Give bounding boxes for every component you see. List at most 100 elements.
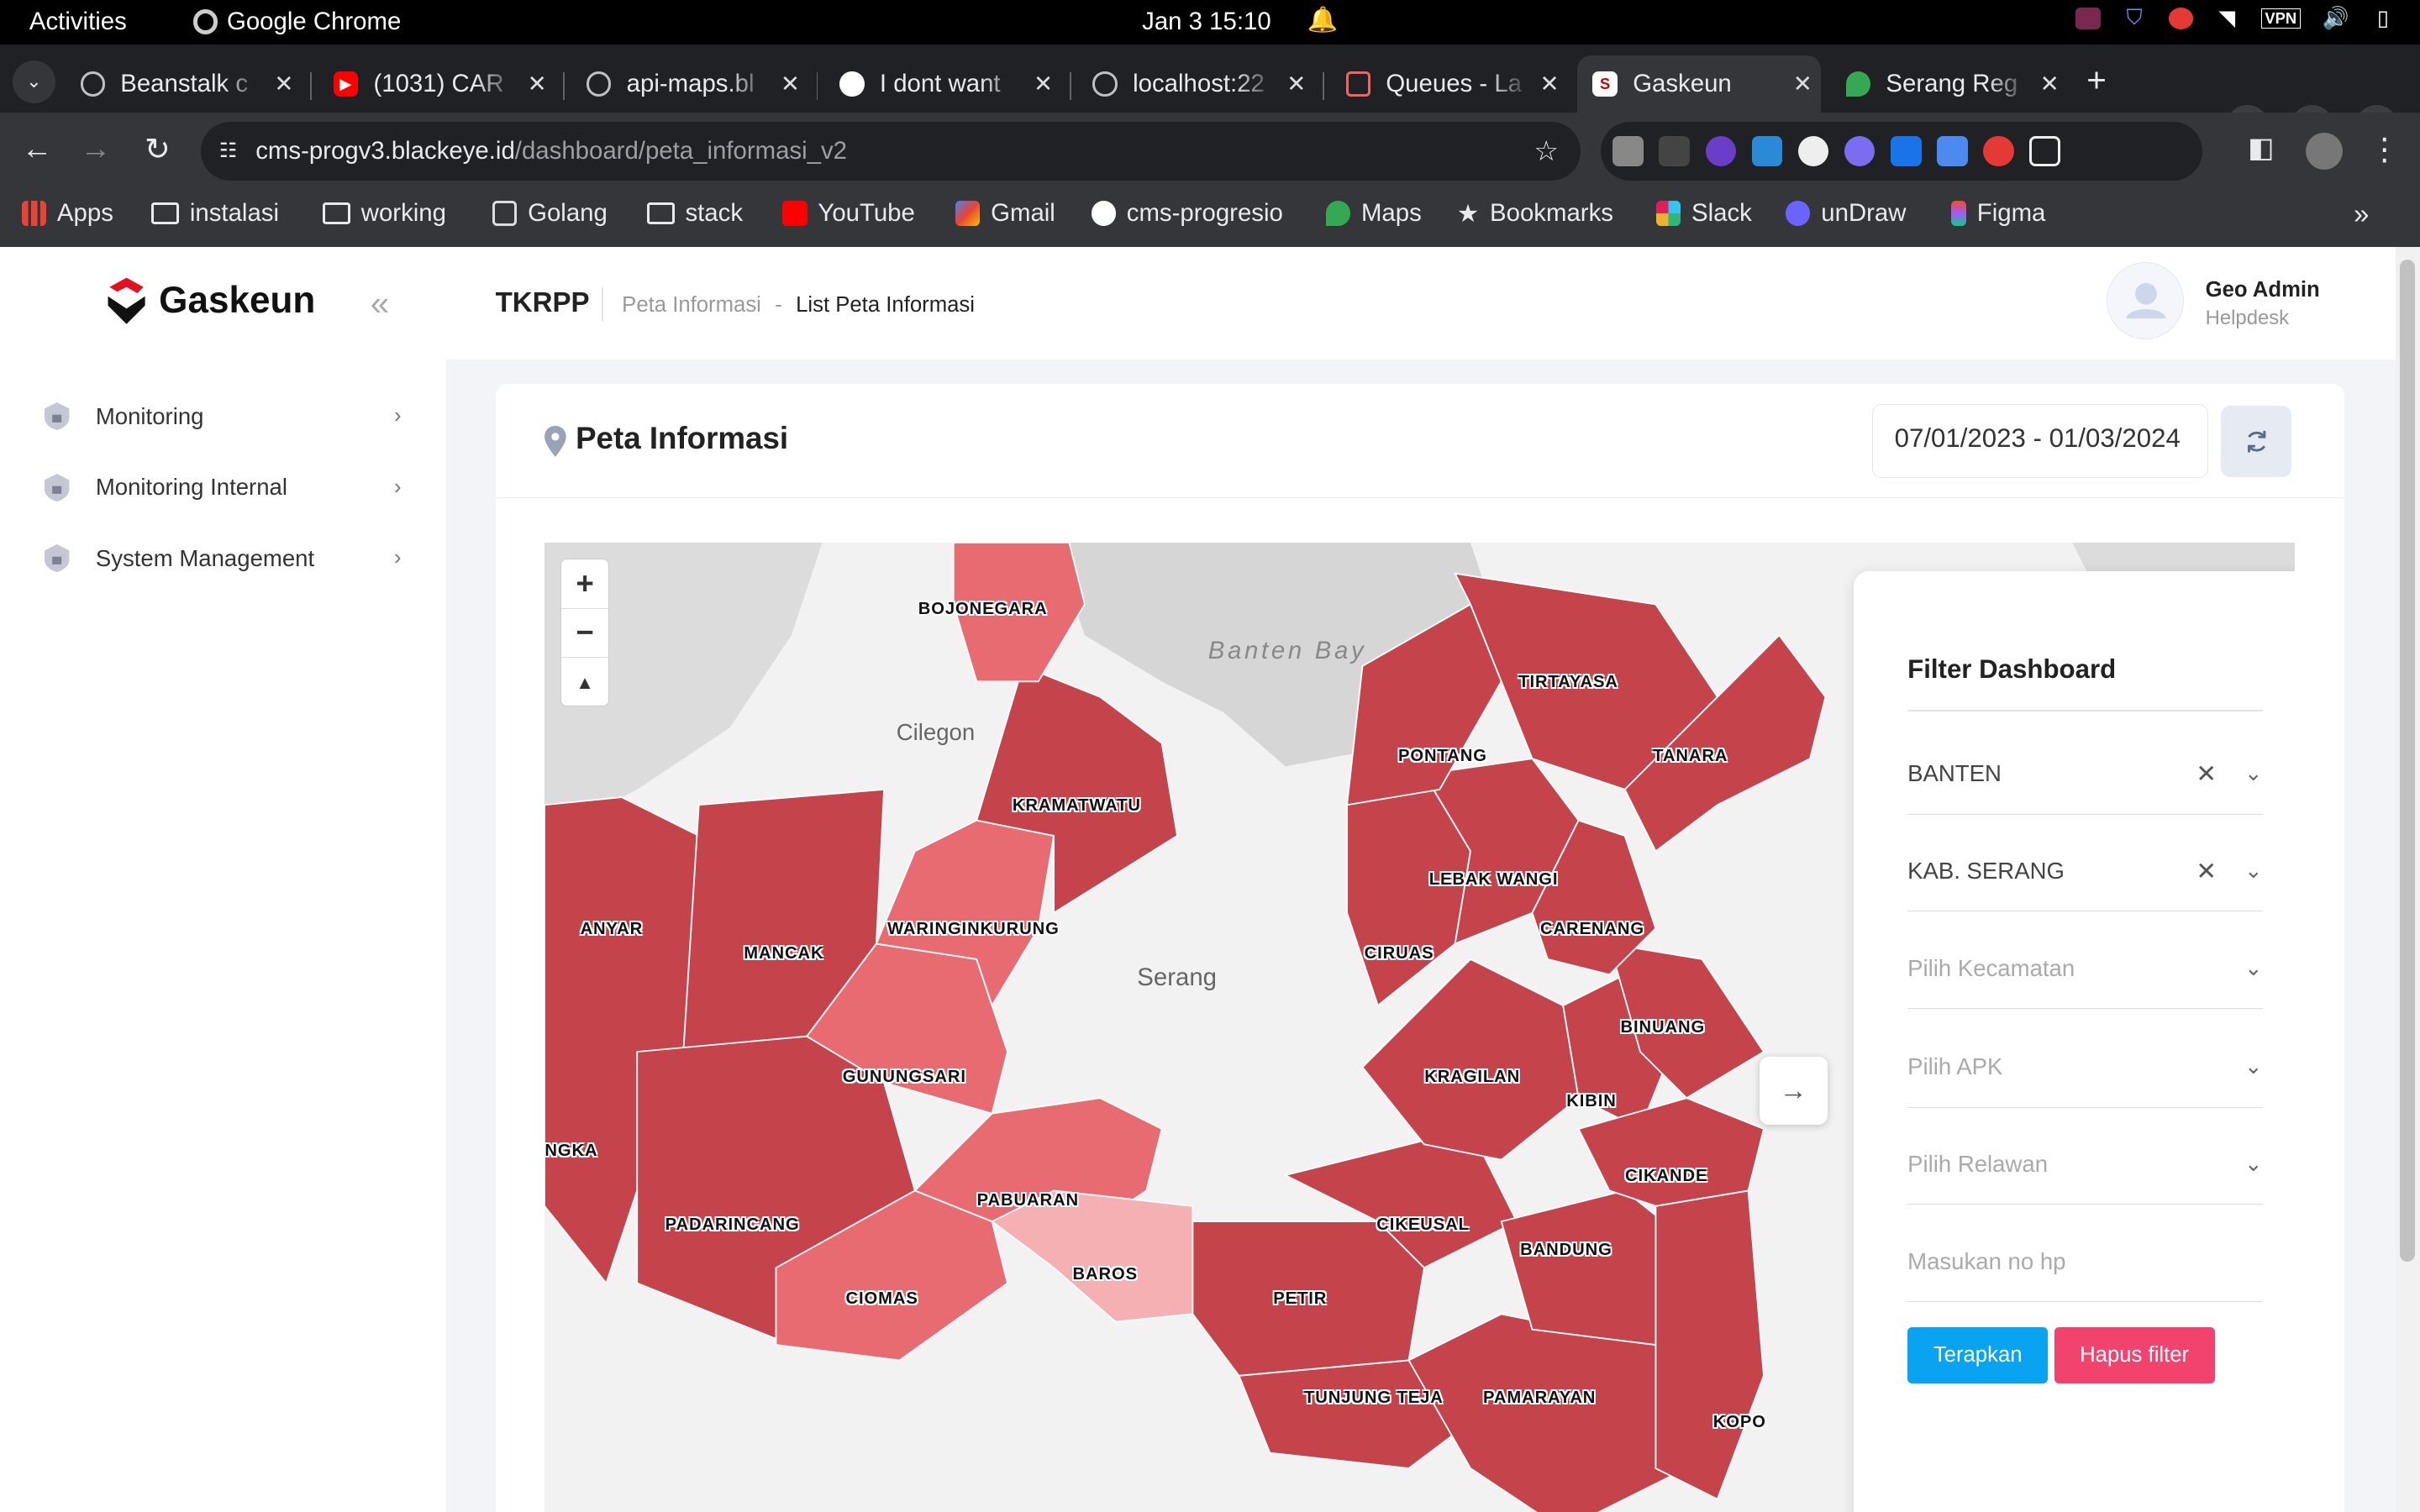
bookmark-link[interactable]: ★ Bookmarks	[1457, 199, 1613, 228]
bookmark-link[interactable]: cms-progresio	[1091, 199, 1283, 228]
toggle-filter-button[interactable]: →	[1759, 1057, 1828, 1125]
region-label: BANDUNG	[1520, 1240, 1612, 1259]
volunteer-select[interactable]: Pilih Relawan ⌄	[1907, 1125, 2263, 1205]
scrollbar-thumb[interactable]	[2400, 259, 2416, 1263]
extension-icon[interactable]	[1982, 135, 2014, 167]
lock-shield-icon	[43, 402, 71, 431]
forward-icon[interactable]: →	[76, 131, 116, 166]
notification-bell-icon[interactable]: 🔔	[1307, 6, 1339, 34]
system-tray[interactable]: ⛉ ◥ VPN 🔊 ▯	[2075, 6, 2395, 31]
clock[interactable]: Jan 3 15:10	[1142, 8, 1271, 36]
bookmark-folder[interactable]: stack	[646, 199, 743, 228]
reset-bearing-icon[interactable]: ▲	[561, 658, 609, 707]
new-tab-icon[interactable]: +	[2086, 60, 2107, 100]
chevron-down-icon[interactable]: ⌄	[2244, 956, 2263, 981]
page-scrollbar[interactable]	[2395, 246, 2420, 1512]
site-info-icon[interactable]: ☷	[219, 139, 237, 163]
folder-icon	[150, 202, 180, 224]
sidebar-item-monitoring-internal[interactable]: Monitoring Internal ›	[43, 465, 413, 511]
region-label: PAMARAYAN	[1483, 1388, 1597, 1407]
breadcrumb-link[interactable]: Peta Informasi	[622, 293, 761, 317]
clear-filter-button[interactable]: Hapus filter	[2054, 1326, 2215, 1384]
district-select[interactable]: Pilih Kecamatan ⌄	[1907, 929, 2263, 1010]
extension-icon[interactable]	[1936, 135, 1968, 167]
extension-icon[interactable]	[1612, 135, 1644, 167]
logo[interactable]: Gaskeun	[103, 275, 315, 327]
extension-icon[interactable]	[1890, 135, 1922, 167]
browser-tab[interactable]: I dont want ✕	[824, 55, 1062, 113]
chrome-icon	[192, 9, 218, 34]
browser-toolbar: ← → ↻ ☷ cms-progv3.blackeye.id/dashboard…	[0, 113, 2420, 190]
clear-icon[interactable]: ✕	[2196, 857, 2217, 886]
close-tab-icon[interactable]: ✕	[518, 71, 555, 97]
region-label: PABUARAN	[976, 1190, 1079, 1210]
zoom-in-button[interactable]: +	[560, 559, 609, 609]
user-name[interactable]: Geo Admin	[2206, 278, 2320, 302]
bookmark-link[interactable]: unDraw	[1786, 199, 1907, 228]
bookmark-link[interactable]: Slack	[1655, 199, 1752, 228]
bookmark-folder[interactable]: instalasi	[150, 199, 279, 228]
browser-tab[interactable]: api-maps.bl ✕	[571, 55, 809, 113]
clear-icon[interactable]: ✕	[2196, 759, 2217, 789]
close-tab-icon[interactable]: ✕	[2031, 71, 2068, 97]
chevron-down-icon[interactable]: ⌄	[2244, 1152, 2263, 1177]
region-label: GUNUNGSARI	[842, 1067, 966, 1086]
app-menu[interactable]: Google Chrome	[192, 8, 401, 36]
close-tab-icon[interactable]: ✕	[1531, 71, 1568, 97]
puzzle-icon[interactable]	[2029, 135, 2060, 167]
tab-search-button[interactable]: ⌄	[12, 60, 56, 104]
gmail-icon	[955, 201, 981, 226]
chevron-down-icon[interactable]: ⌄	[2244, 1054, 2263, 1079]
regency-select[interactable]: KAB. SERANG ✕ ⌄	[1907, 832, 2263, 912]
back-icon[interactable]: ←	[17, 131, 57, 166]
close-tab-icon[interactable]: ✕	[771, 71, 808, 97]
browser-tab[interactable]: localhost:22 ✕	[1077, 55, 1315, 113]
extension-icon[interactable]	[1797, 135, 1829, 167]
profile-avatar[interactable]	[2306, 132, 2344, 171]
figma-icon	[1950, 201, 1966, 226]
apply-filter-button[interactable]: Terapkan	[1907, 1326, 2049, 1384]
side-panel-icon[interactable]: ◧	[2241, 131, 2281, 165]
date-range-input[interactable]: 07/01/2023 - 01/03/2024	[1871, 404, 2209, 479]
chevron-down-icon[interactable]: ⌄	[2244, 858, 2263, 884]
apk-select[interactable]: Pilih APK ⌄	[1907, 1027, 2263, 1108]
close-tab-icon[interactable]: ✕	[1278, 71, 1315, 97]
province-select[interactable]: BANTEN ✕ ⌄	[1907, 734, 2263, 815]
address-bar[interactable]: ☷ cms-progv3.blackeye.id/dashboard/peta_…	[200, 122, 1581, 181]
reload-icon[interactable]: ↻	[137, 131, 177, 167]
bookmark-link[interactable]: Gmail	[955, 199, 1055, 228]
zoom-out-button[interactable]: −	[560, 609, 609, 659]
bookmark-link[interactable]: Figma	[1950, 199, 2045, 228]
browser-tab[interactable]: Beanstalk c ✕	[65, 55, 302, 113]
extension-icon[interactable]	[1751, 135, 1783, 167]
bookmark-link[interactable]: YouTube	[782, 199, 915, 228]
extension-icon[interactable]	[1659, 135, 1691, 167]
browser-tab[interactable]: ▶ (1031) CAR ✕	[318, 55, 555, 113]
bookmark-apps[interactable]: Apps	[21, 199, 113, 228]
bookmark-link[interactable]: Maps	[1325, 199, 1422, 228]
bookmark-link[interactable]: Golang	[492, 199, 608, 228]
activities-button[interactable]: Activities	[29, 8, 127, 36]
bookmark-folder[interactable]: working	[322, 199, 446, 228]
avatar[interactable]	[2107, 262, 2184, 340]
chevron-down-icon[interactable]: ⌄	[2244, 761, 2263, 786]
close-tab-icon[interactable]: ✕	[266, 71, 302, 97]
browser-tab[interactable]: Serang Reg ✕	[1830, 55, 2068, 113]
sidebar-item-system-management[interactable]: System Management ›	[43, 535, 413, 581]
more-bookmarks-icon[interactable]: »	[2354, 199, 2369, 231]
refresh-button[interactable]	[2220, 406, 2292, 477]
menu-kebab-icon[interactable]: ⋮	[2365, 131, 2405, 167]
extension-icon[interactable]	[1844, 135, 1876, 167]
region-label: CIOMAS	[845, 1289, 918, 1309]
choropleth-map[interactable]: Banten Bay Cilegon Serang + − ▲ BOJONEGA…	[544, 543, 2296, 1512]
collapse-sidebar-icon[interactable]: «	[371, 284, 389, 323]
browser-tab-active[interactable]: S Gaskeun ✕	[1577, 55, 1822, 113]
extension-badge-icon[interactable]	[1705, 135, 1737, 167]
bookmark-star-icon[interactable]: ☆	[1534, 134, 1559, 168]
chevron-right-icon: ›	[393, 546, 402, 570]
close-tab-icon[interactable]: ✕	[1025, 71, 1062, 97]
sidebar-item-monitoring[interactable]: Monitoring ›	[43, 393, 413, 439]
close-tab-icon[interactable]: ✕	[1784, 71, 1821, 97]
phone-input[interactable]: Masukan no hp	[1907, 1222, 2263, 1303]
browser-tab[interactable]: Queues - La ✕	[1330, 55, 1568, 113]
